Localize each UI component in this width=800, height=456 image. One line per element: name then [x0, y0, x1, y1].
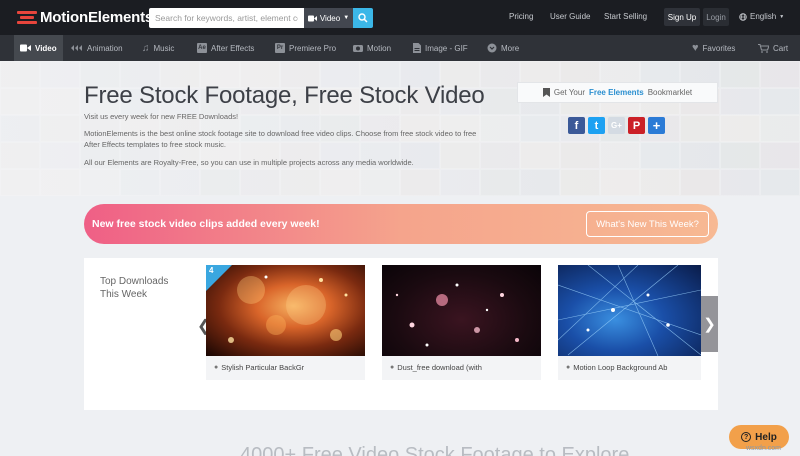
tab-image-gif[interactable]: Image - GIF	[409, 35, 472, 61]
bookmarklet-post: Bookmarklet	[647, 88, 693, 97]
top-downloads-section: Top Downloads This Week ❮ 4 ● Stylish Pa…	[84, 258, 718, 410]
card-thumbnail[interactable]	[382, 265, 541, 356]
hero-subtitle: Visit us every week for new FREE Downloa…	[84, 112, 239, 121]
card-caption: ● Motion Loop Background Ab	[566, 363, 668, 372]
tab-label: Image - GIF	[425, 43, 468, 53]
promo-banner: New free stock video clips added every w…	[84, 204, 718, 244]
search-type-label: Video	[319, 13, 341, 23]
rank-badge: 4	[209, 266, 214, 275]
search-type-select[interactable]: Video ▼	[304, 8, 353, 28]
pinterest-share-button[interactable]: P	[628, 117, 645, 134]
download-card[interactable]: ● Motion Loop Background Ab	[558, 265, 701, 380]
logo-text: MotionElements	[40, 9, 154, 26]
logo[interactable]: MotionElements	[17, 9, 153, 26]
category-nav: Video Animation ♫ Music Ae After Effects…	[0, 35, 800, 61]
tab-motion[interactable]: Motion	[349, 35, 395, 61]
video-camera-icon: ●	[566, 364, 571, 371]
bookmarklet-pre: Get Your	[553, 88, 585, 97]
plus-icon: +	[652, 118, 661, 133]
animation-icon	[71, 45, 82, 51]
hero-royalty-text: All our Elements are Royalty-Free, so yo…	[84, 158, 414, 167]
logo-mark-icon	[17, 10, 37, 26]
help-icon: ?	[741, 432, 752, 442]
sign-up-button[interactable]: Sign Up	[664, 8, 700, 26]
facebook-icon: f	[574, 119, 579, 132]
user-guide-link[interactable]: User Guide	[550, 12, 590, 21]
twitter-share-button[interactable]: t	[588, 117, 605, 134]
chevron-down-icon: ▼	[779, 13, 785, 20]
hero-description-line2: After Effects templates to free stock mu…	[84, 140, 226, 149]
help-label: Help	[755, 431, 777, 443]
video-camera-icon: ●	[214, 364, 219, 371]
video-camera-icon	[307, 15, 317, 21]
language-selector[interactable]: English ▼	[739, 12, 784, 21]
after-effects-icon: Ae	[197, 43, 207, 53]
download-card[interactable]: ● Dust_free download (with	[382, 265, 541, 380]
top-navbar: MotionElements Video ▼ Pricing User Guid…	[0, 0, 800, 35]
hero-description-line1: MotionElements is the best online stock …	[84, 129, 477, 138]
tab-after-effects[interactable]: Ae After Effects	[193, 35, 258, 61]
bookmark-icon	[542, 88, 550, 97]
facebook-share-button[interactable]: f	[568, 117, 585, 134]
carousel-next-arrow-icon[interactable]: ❯	[701, 296, 718, 352]
tab-label: After Effects	[211, 43, 255, 53]
pinterest-icon: P	[632, 119, 641, 132]
search-icon	[358, 13, 368, 23]
card-caption: ● Dust_free download (with	[390, 363, 482, 372]
banner-text: New free stock video clips added every w…	[92, 218, 320, 230]
tab-label: Motion	[367, 43, 392, 53]
section-title: 4000+ Free Video Stock Footage to Explor…	[240, 444, 630, 456]
video-camera-icon	[20, 44, 31, 52]
video-camera-icon: ●	[390, 364, 395, 371]
card-thumbnail[interactable]	[558, 265, 701, 356]
image-icon	[413, 43, 421, 53]
tab-label: Music	[153, 43, 175, 53]
bookmarklet-box[interactable]: Get Your Free Elements Bookmarklet	[517, 82, 718, 103]
more-icon	[487, 43, 497, 53]
language-label: English	[750, 12, 777, 21]
tab-label: Premiere Pro	[289, 43, 337, 53]
tab-label: More	[501, 43, 520, 53]
cart-icon	[758, 43, 769, 53]
page-title: Free Stock Footage, Free Stock Video	[84, 82, 485, 109]
more-share-button[interactable]: +	[648, 117, 665, 134]
music-note-icon: ♫	[142, 42, 150, 54]
bookmarklet-link[interactable]: Free Elements	[589, 88, 644, 97]
tab-more[interactable]: More	[483, 35, 523, 61]
whats-new-button[interactable]: What's New This Week?	[586, 211, 709, 237]
favorites-label: Favorites	[702, 43, 736, 53]
twitter-icon: t	[594, 119, 599, 132]
chevron-down-icon: ▼	[343, 15, 350, 21]
top-downloads-title: Top Downloads This Week	[100, 276, 169, 300]
login-button[interactable]: Login	[703, 8, 729, 26]
download-card[interactable]: 4 ● Stylish Particular BackGr	[206, 265, 365, 380]
premiere-pro-icon: Pr	[275, 43, 285, 53]
tab-video[interactable]: Video	[14, 35, 63, 61]
pricing-link[interactable]: Pricing	[509, 12, 533, 21]
card-thumbnail[interactable]: 4	[206, 265, 365, 356]
tab-label: Video	[35, 43, 57, 53]
card-caption: ● Stylish Particular BackGr	[214, 363, 305, 372]
tab-music[interactable]: ♫ Music	[138, 35, 178, 61]
search-input[interactable]	[149, 8, 304, 28]
cart-link[interactable]: Cart	[754, 35, 792, 61]
favorites-link[interactable]: ♥ Favorites	[688, 35, 739, 61]
motion-icon	[353, 44, 363, 52]
start-selling-link[interactable]: Start Selling	[604, 12, 647, 21]
tab-premiere-pro[interactable]: Pr Premiere Pro	[271, 35, 340, 61]
google-plus-icon: G+	[611, 121, 622, 130]
tab-animation[interactable]: Animation	[67, 35, 127, 61]
heart-icon: ♥	[692, 42, 699, 54]
google-plus-share-button[interactable]: G+	[608, 117, 625, 134]
watermark: wsxdn.com	[746, 445, 782, 452]
tab-label: Animation	[87, 43, 123, 53]
globe-icon	[739, 12, 747, 21]
search-button[interactable]	[353, 8, 373, 28]
cart-label: Cart	[773, 43, 789, 53]
